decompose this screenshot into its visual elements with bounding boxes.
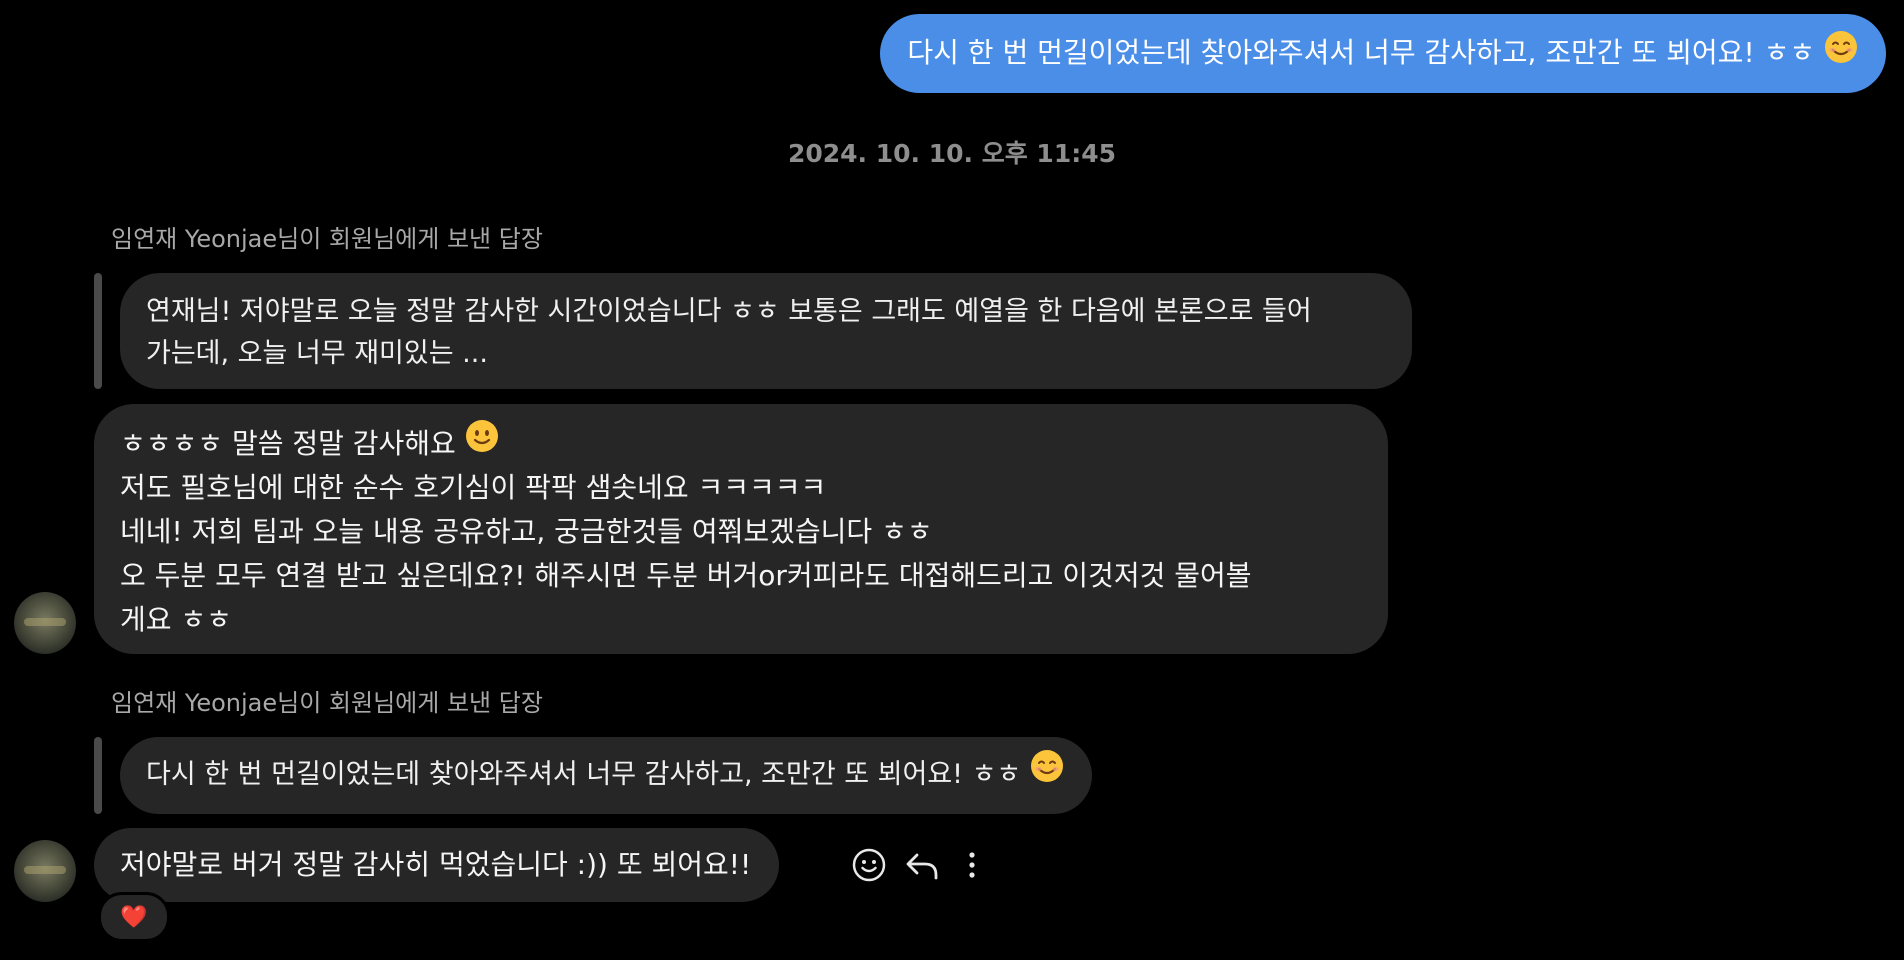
message-line: 저야말로 버거 정말 감사히 먹었습니다 :)) 또 뵈어요!!: [120, 848, 752, 881]
smiling-face-icon: [1824, 30, 1858, 73]
message-line: ㅎㅎㅎㅎ 말씀 정말 감사해요: [120, 419, 1360, 466]
smiling-face-icon: [1030, 749, 1064, 796]
quoted-message-line: 다시 한 번 먼길이었는데 찾아와주셔서 너무 감사하고, 조만간 또 뵈어요!…: [146, 759, 1022, 790]
quoted-message-bubble[interactable]: 연재님! 저야말로 오늘 정말 감사한 시간이었습니다 ㅎㅎ 보통은 그래도 예…: [120, 273, 1412, 389]
avatar[interactable]: [14, 840, 76, 902]
message-line: 저도 필호님에 대한 순수 호기심이 팍팍 샘솟네요 ㅋㅋㅋㅋㅋ: [120, 471, 827, 504]
quoted-message-bubble[interactable]: 다시 한 번 먼길이었는데 찾아와주셔서 너무 감사하고, 조만간 또 뵈어요!…: [120, 737, 1092, 814]
outgoing-message-bubble[interactable]: 다시 한 번 먼길이었는데 찾아와주셔서 너무 감사하고, 조만간 또 뵈어요!…: [880, 14, 1886, 93]
incoming-message-bubble[interactable]: 저야말로 버거 정말 감사히 먹었습니다 :)) 또 뵈어요!!: [94, 828, 780, 902]
heart-reaction-badge[interactable]: ❤️: [98, 892, 170, 942]
avatar[interactable]: [14, 592, 76, 654]
slightly-smiling-face-icon: [465, 419, 499, 466]
incoming-message-bubble[interactable]: ㅎㅎㅎㅎ 말씀 정말 감사해요 저도 필호님에 대한 순수 호기심이 팍팍 샘솟…: [94, 404, 1388, 654]
reply-icon[interactable]: [900, 843, 944, 887]
more-options-icon[interactable]: [950, 843, 994, 887]
quote-bar: [94, 273, 102, 389]
quoted-message-line: 연재님! 저야말로 오늘 정말 감사한 시간이었습니다 ㅎㅎ 보통은 그래도 예…: [146, 296, 1312, 327]
message-line: 게요 ㅎㅎ: [120, 603, 232, 636]
message-line: 네네! 저희 팀과 오늘 내용 공유하고, 궁금한것들 여쭤보겠습니다 ㅎㅎ: [120, 515, 933, 548]
quote-bar: [94, 737, 102, 814]
outgoing-message-text: 다시 한 번 먼길이었는데 찾아와주셔서 너무 감사하고, 조만간 또 뵈어요!…: [907, 36, 1816, 69]
quoted-message-line: 가는데, 오늘 너무 재미있는 ...: [146, 338, 488, 369]
react-icon[interactable]: [847, 843, 891, 887]
message-line: 오 두분 모두 연결 받고 싶은데요?! 해주시면 두분 버거or커피라도 대접…: [120, 559, 1252, 592]
reply-context-label: 임연재 Yeonjae님이 회원님에게 보낸 답장: [111, 225, 543, 253]
message-timestamp: 2024. 10. 10. 오후 11:45: [787, 139, 1117, 168]
heart-reaction-icon: ❤️: [120, 904, 148, 930]
reply-context-label: 임연재 Yeonjae님이 회원님에게 보낸 답장: [111, 689, 543, 717]
